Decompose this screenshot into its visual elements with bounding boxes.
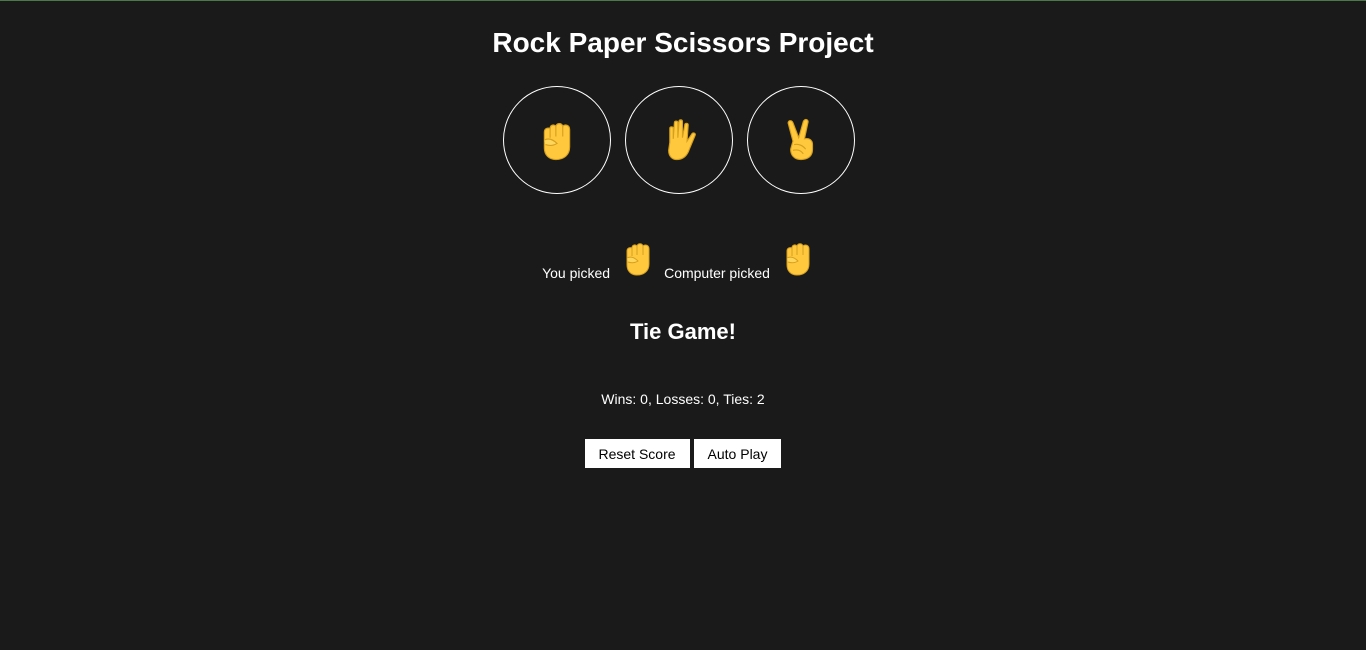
- picks-row: You picked Computer picked: [0, 235, 1366, 281]
- computer-pick-label: Computer picked: [664, 265, 770, 281]
- auto-play-button[interactable]: Auto Play: [693, 439, 782, 468]
- paper-button[interactable]: [625, 86, 733, 194]
- scissors-button[interactable]: [747, 86, 855, 194]
- result-text: Tie Game!: [630, 319, 736, 344]
- rock-fist-icon: [534, 117, 580, 163]
- rock-button[interactable]: [503, 86, 611, 194]
- score-text: Wins: 0, Losses: 0, Ties: 2: [601, 391, 765, 407]
- player-pick-label: You picked: [542, 265, 611, 281]
- computer-pick-rock-icon: [778, 238, 818, 278]
- player-pick-rock-icon: [618, 238, 658, 278]
- paper-hand-icon: [656, 117, 702, 163]
- scissors-peace-icon: [778, 117, 824, 163]
- reset-score-button[interactable]: Reset Score: [584, 439, 690, 468]
- controls: Reset Score Auto Play: [0, 439, 1366, 468]
- page-title: Rock Paper Scissors Project: [492, 27, 874, 58]
- move-buttons: [503, 86, 855, 194]
